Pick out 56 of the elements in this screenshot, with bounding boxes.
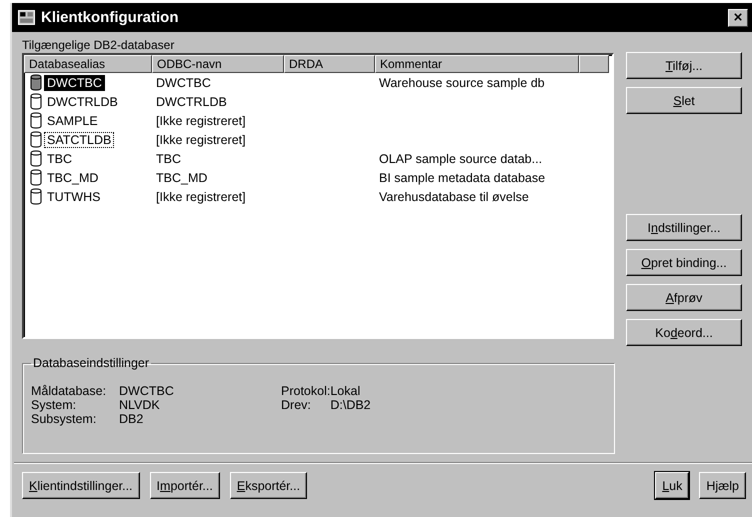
table-cell: DWCTBC xyxy=(156,76,211,90)
dialog-button[interactable]: Eksportér... xyxy=(230,472,308,499)
alias-cell[interactable]: DWCTBC xyxy=(44,74,105,90)
table-cell: TBC_MD xyxy=(156,170,208,184)
table-cell: DWCTRLDB xyxy=(156,94,227,108)
window-title: Klientkonfiguration xyxy=(41,9,180,26)
field-label: Drev: xyxy=(281,398,312,412)
field-value: Lokal xyxy=(330,384,362,398)
dialog-button[interactable]: Luk xyxy=(655,472,690,499)
table-cell: Varehusdatabase til øvelse xyxy=(379,190,529,204)
dialog-button[interactable]: Klientindstillinger... xyxy=(22,472,140,499)
alias-cell[interactable]: SATCTLDB xyxy=(44,132,114,148)
alias-cell[interactable]: TUTWHS xyxy=(44,188,104,204)
column-header[interactable]: Databasealias xyxy=(24,55,152,73)
dialog-button[interactable]: Afprøv xyxy=(626,284,742,311)
field-label: Subsystem: xyxy=(31,412,98,426)
alias-cell[interactable]: TBC_MD xyxy=(44,170,102,186)
database-icon xyxy=(30,93,42,110)
dialog-button[interactable]: Tilføj... xyxy=(626,52,742,79)
field-value: NLVDK xyxy=(119,398,161,412)
group-title: Databaseindstillinger xyxy=(32,356,150,370)
app-icon xyxy=(18,10,35,25)
field-label: System: xyxy=(31,398,78,412)
column-header[interactable]: ODBC-navn xyxy=(152,55,284,73)
field-value: DWCTBC xyxy=(119,384,175,398)
database-icon xyxy=(30,112,42,129)
table-cell: Warehouse source sample db xyxy=(379,76,545,90)
dialog-button[interactable]: Opret binding... xyxy=(626,249,742,276)
field-value: DB2 xyxy=(119,412,144,426)
dialog-button[interactable]: Hjælp xyxy=(699,472,746,499)
field-label: Måldatabase: xyxy=(31,384,108,398)
table-cell: [Ikke registreret] xyxy=(156,190,246,204)
database-icon xyxy=(30,188,42,205)
close-button[interactable]: × xyxy=(728,8,748,26)
table-cell: BI sample metadata database xyxy=(379,170,546,184)
database-icon xyxy=(30,74,42,91)
table-cell: [Ikke registreret] xyxy=(156,114,246,128)
dialog-button[interactable]: Importér... xyxy=(150,472,220,499)
database-icon xyxy=(30,169,42,186)
field-value: D:\DB2 xyxy=(330,398,371,412)
alias-cell[interactable]: TBC xyxy=(44,150,75,166)
database-icon xyxy=(30,131,42,148)
alias-cell[interactable]: SAMPLE xyxy=(44,112,101,128)
list-label: Tilgængelige DB2-databaser xyxy=(22,38,176,52)
column-header[interactable] xyxy=(579,55,609,73)
dialog-button[interactable]: Kodeord... xyxy=(626,319,742,346)
table-cell: TBC xyxy=(156,152,181,166)
field-label: Protokol: xyxy=(281,384,330,398)
database-icon xyxy=(30,150,42,167)
alias-cell[interactable]: DWCTRLDB xyxy=(44,94,121,110)
table-cell: OLAP sample source datab... xyxy=(379,152,542,166)
dialog-button[interactable]: Slet xyxy=(626,87,742,114)
table-cell: [Ikke registreret] xyxy=(156,132,246,146)
column-header[interactable]: DRDA xyxy=(284,55,375,73)
dialog-button[interactable]: Indstillinger... xyxy=(626,214,742,241)
column-header[interactable]: Kommentar xyxy=(375,55,579,73)
